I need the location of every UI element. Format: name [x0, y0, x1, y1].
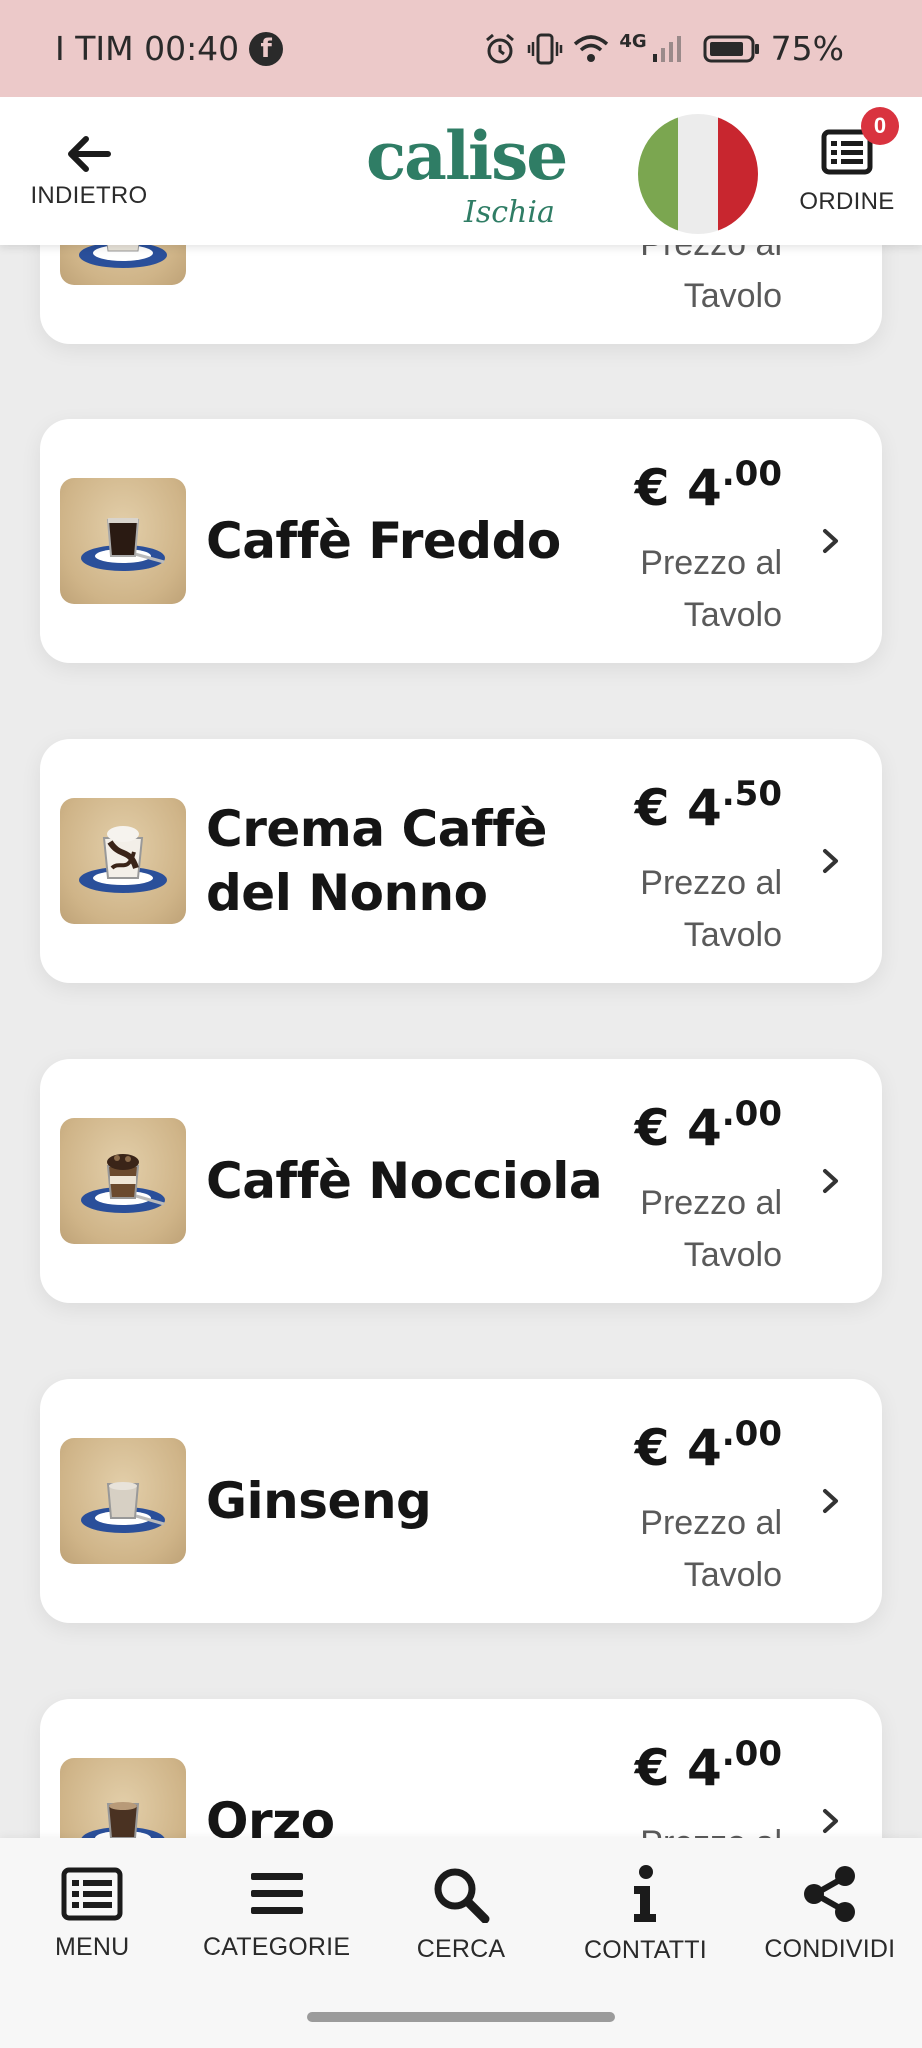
product-name: Caffè Freddo	[206, 512, 561, 570]
flag-stripe-red	[718, 114, 758, 234]
product-image	[60, 478, 186, 604]
facebook-icon: f	[249, 31, 284, 66]
order-label: ORDINE	[799, 187, 895, 215]
battery-icon	[703, 34, 761, 64]
product-price: € 4.50	[634, 774, 782, 837]
gesture-bar-area	[0, 1990, 922, 2048]
brand-logo[interactable]: calise Ischia	[360, 113, 570, 233]
status-bar: I TIM 00:40 f 4G 75%	[0, 0, 922, 97]
price-note: Prezzo al Tavolo	[640, 1184, 782, 1274]
product-card-crema-caffe-del-nonno[interactable]: Crema Caffè del Nonno € 4.50 Prezzo al T…	[40, 739, 882, 983]
chevron-right-icon	[823, 1169, 838, 1193]
nav-label: CONDIVIDI	[764, 1934, 896, 1963]
chevron-right-icon	[823, 1489, 838, 1513]
app-header: INDIETRO calise Ischia 0 ORDINE	[0, 97, 922, 245]
flag-stripe-white	[678, 114, 718, 234]
order-button[interactable]: 0 ORDINE	[782, 106, 912, 227]
share-icon	[803, 1865, 855, 1922]
product-image	[60, 798, 186, 924]
nav-contatti[interactable]: CONTATTI	[553, 1838, 737, 1990]
vibrate-icon	[527, 32, 563, 66]
back-label: INDIETRO	[30, 182, 148, 209]
product-price: € 4.00	[634, 1094, 782, 1157]
battery-percent: 75%	[770, 29, 844, 68]
price-note: Prezzo al Tavolo	[640, 1504, 782, 1594]
product-image	[60, 1438, 186, 1564]
product-card-ginseng[interactable]: Ginseng € 4.00 Prezzo al Tavolo	[40, 1379, 882, 1623]
signal-icon	[651, 34, 685, 64]
menu-list-icon	[61, 1867, 123, 1920]
order-count-badge: 0	[861, 106, 899, 145]
home-indicator[interactable]	[307, 2012, 615, 2022]
nav-menu[interactable]: MENU	[0, 1838, 184, 1990]
nav-label: CATEGORIE	[203, 1932, 351, 1961]
product-card-caffe-nocciola[interactable]: Caffè Nocciola € 4.00 Prezzo al Tavolo	[40, 1059, 882, 1303]
nav-condividi[interactable]: CONDIVIDI	[738, 1838, 922, 1990]
search-icon	[434, 1868, 490, 1923]
network-label: 4G	[619, 31, 647, 52]
wifi-icon	[573, 34, 609, 64]
flag-stripe-green	[638, 114, 678, 234]
product-name: Ginseng	[206, 1472, 432, 1530]
back-button[interactable]: INDIETRO	[24, 117, 154, 227]
logo-subtitle: Ischia	[464, 195, 555, 230]
nav-label: CONTATTI	[583, 1935, 707, 1964]
arrow-left-icon	[68, 136, 111, 172]
product-image	[60, 1118, 186, 1244]
bottom-navigation: MENU CATEGORIE CERCA CONTATTI CONDIVIDI	[0, 1838, 922, 1990]
product-price: € 4.00	[634, 1734, 782, 1797]
product-list: Shakerato Prezzo al Tavolo Caffè Freddo …	[0, 0, 922, 2048]
language-flag-italy[interactable]	[638, 114, 758, 234]
nav-cerca[interactable]: CERCA	[369, 1838, 553, 1990]
nav-label: MENU	[54, 1932, 130, 1961]
product-price: € 4.00	[634, 454, 782, 517]
carrier-time: I TIM 00:40	[55, 29, 240, 68]
nav-label: CERCA	[416, 1934, 506, 1963]
info-icon	[634, 1864, 657, 1922]
price-note: Prezzo al Tavolo	[640, 544, 782, 634]
product-card-caffe-freddo[interactable]: Caffè Freddo € 4.00 Prezzo al Tavolo	[40, 419, 882, 663]
product-name: Caffè Nocciola	[206, 1152, 603, 1210]
product-price: € 4.00	[634, 1414, 782, 1477]
logo-text: calise	[366, 117, 568, 195]
chevron-right-icon	[823, 529, 838, 553]
product-name: Crema Caffè del Nonno	[206, 800, 547, 922]
price-note: Prezzo al Tavolo	[640, 864, 782, 954]
chevron-right-icon	[823, 849, 838, 873]
hamburger-icon	[250, 1872, 303, 1914]
nav-categorie[interactable]: CATEGORIE	[184, 1838, 368, 1990]
alarm-icon	[483, 32, 517, 66]
chevron-right-icon	[823, 1809, 838, 1833]
